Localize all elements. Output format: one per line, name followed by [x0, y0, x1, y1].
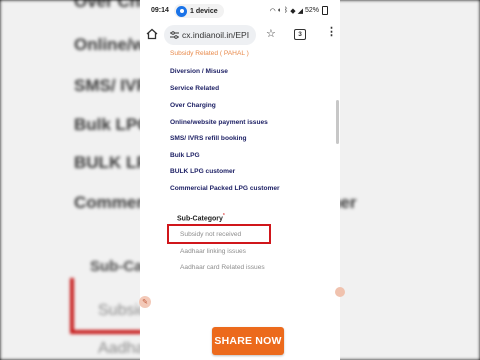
status-time: 09:14: [151, 7, 169, 14]
tab-switcher-button[interactable]: 3: [294, 29, 306, 40]
browser-toolbar: cx.indianoil.in/EPI ☆ 3 ⋮: [140, 22, 340, 48]
sub-category-option[interactable]: Aadhaar card Related issues: [180, 264, 265, 271]
category-option[interactable]: Diversion / Misuse: [170, 68, 228, 75]
bluetooth-icon: ᛒ: [284, 7, 289, 14]
page-content: Subsidy Related ( PAHAL ) Diversion / Mi…: [140, 48, 340, 360]
battery-icon: [322, 6, 328, 15]
edit-pencil-icon: ✎: [139, 296, 151, 308]
signal-icon: ◢: [297, 7, 303, 15]
phone-screen: 09:14 1 device ◠ ◐ ᛒ ◆ ◢ 52% cx.indianoi…: [140, 0, 340, 360]
sub-category-label: Sub-Category*: [177, 213, 225, 223]
sub-category-option[interactable]: Subsidy not received: [180, 231, 241, 238]
share-now-button[interactable]: SHARE NOW: [212, 327, 284, 355]
category-option[interactable]: Commercial Packed LPG customer: [170, 185, 280, 192]
status-bar: 09:14 1 device ◠ ◐ ᛒ ◆ ◢ 52%: [140, 0, 340, 22]
required-mark: *: [222, 213, 225, 219]
device-label: 1 device: [190, 7, 218, 15]
category-option[interactable]: Subsidy Related ( PAHAL ): [170, 50, 249, 57]
scroll-handle: [335, 287, 345, 297]
user-icon: [176, 5, 187, 17]
headphones-icon: ◠: [269, 7, 276, 15]
category-option[interactable]: BULK LPG customer: [170, 168, 235, 175]
scrollbar[interactable]: [336, 100, 339, 144]
status-icons: ◠ ◐ ᛒ ◆ ◢ 52%: [270, 6, 328, 15]
home-icon[interactable]: [146, 28, 158, 40]
wifi-icon: ◆: [290, 7, 296, 15]
device-chip[interactable]: 1 device: [174, 4, 224, 18]
sub-category-option[interactable]: Aadhaar linking issues: [180, 248, 246, 255]
more-menu-icon[interactable]: ⋮: [326, 27, 337, 38]
battery-percent: 52%: [304, 7, 319, 14]
category-option[interactable]: Bulk LPG: [170, 152, 200, 159]
contrast-icon: ◐: [277, 7, 282, 14]
category-option[interactable]: Over Charging: [170, 102, 216, 109]
category-option[interactable]: SMS/ IVRS refill booking: [170, 135, 247, 142]
url-text: cx.indianoil.in/EPI: [182, 30, 250, 40]
category-option[interactable]: Online/website payment issues: [170, 119, 268, 126]
category-option[interactable]: Service Related: [170, 85, 219, 92]
site-settings-icon[interactable]: [170, 31, 179, 39]
bookmark-star-icon[interactable]: ☆: [266, 27, 276, 40]
address-bar[interactable]: cx.indianoil.in/EPI: [164, 25, 256, 45]
